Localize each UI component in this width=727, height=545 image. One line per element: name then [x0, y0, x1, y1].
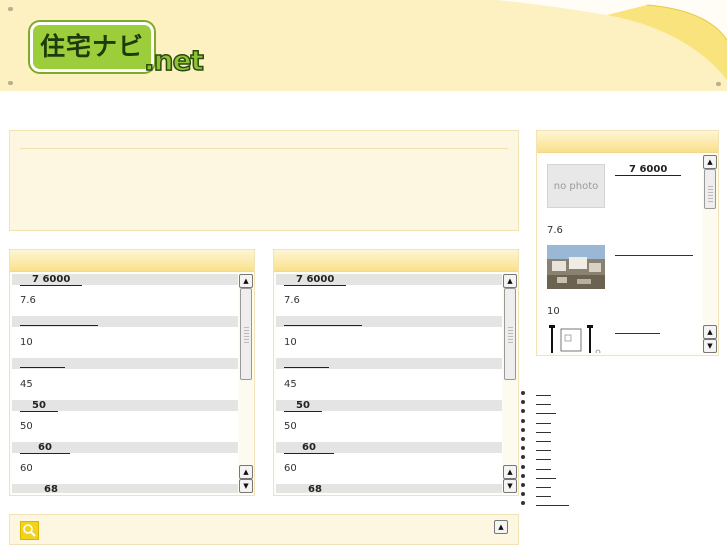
scroll-up-button[interactable]: ▲ [503, 274, 517, 288]
main-content-box [9, 130, 519, 231]
panel-header [10, 250, 254, 272]
panel-header [537, 131, 718, 153]
scroll-up-button[interactable]: ▲ [239, 465, 253, 479]
list-item-link[interactable] [276, 316, 502, 327]
list-item-value: 10 [547, 306, 560, 317]
scroll-up-button[interactable]: ▲ [239, 274, 253, 288]
list-item-link[interactable]: 68 [276, 484, 502, 493]
list-item-value: 45 [20, 379, 33, 390]
logo-net-text: .net [143, 43, 204, 78]
list-item-link[interactable]: 50 [12, 400, 238, 412]
page-curl-decoration [497, 0, 727, 80]
list-item-value: 7.6 [284, 295, 300, 306]
list-item-link[interactable]: 60 [276, 442, 502, 454]
property-link[interactable]: 7 6000 [615, 164, 682, 176]
property-photo[interactable]: no photo [547, 164, 605, 208]
scroll-down-button[interactable]: ▼ [503, 479, 517, 493]
list-item-value: 10 [20, 337, 33, 348]
property-photo[interactable] [547, 325, 605, 353]
scroll-down-button[interactable]: ▼ [239, 479, 253, 493]
pin-decoration [8, 81, 13, 85]
listing-panel-right: no photo 7 6000 7.6 10 ▲ ▲ ▼ [536, 130, 719, 356]
panel-header [274, 250, 518, 272]
scroll-up-button[interactable]: ▲ [703, 325, 717, 339]
list-item-link[interactable]: 7 6000 [12, 274, 238, 286]
divider [20, 148, 508, 149]
property-photo[interactable] [547, 245, 605, 292]
site-logo[interactable]: 住宅ナビ .net [30, 22, 210, 78]
list-item-value: 50 [20, 421, 33, 432]
vertical-scrollbar[interactable]: ▲ ▲ ▼ [703, 155, 717, 353]
list-item-value: 60 [284, 463, 297, 474]
no-photo-placeholder: no photo [547, 164, 605, 208]
house-photo-image [547, 245, 605, 289]
search-box: ▲ [9, 514, 519, 545]
list-item-link[interactable] [276, 358, 502, 369]
list-item-link[interactable] [12, 316, 238, 327]
list-item-value: 7.6 [547, 225, 563, 236]
site-header: 住宅ナビ .net [0, 0, 727, 91]
list-item-link[interactable]: 50 [276, 400, 502, 412]
list-item-value: 7.6 [20, 295, 36, 306]
property-link[interactable] [615, 255, 693, 256]
search-icon[interactable] [20, 521, 39, 540]
list-item-link[interactable]: 68 [12, 484, 238, 493]
listing-list: 7 6000 7.6 10 45 50 50 60 60 68 [12, 274, 238, 493]
list-item-value: 50 [284, 421, 297, 432]
listing-panel-middle: 7 6000 7.6 10 45 50 50 60 60 68 ▲ ▲ ▼ [273, 249, 519, 496]
pin-decoration [8, 7, 13, 11]
vertical-scrollbar[interactable]: ▲ ▲ ▼ [239, 274, 253, 493]
logo-jp-text: 住宅ナビ [30, 22, 154, 72]
scroll-up-button[interactable]: ▲ [503, 465, 517, 479]
floor-plan-image [547, 325, 605, 353]
listing-panel-left: 7 6000 7.6 10 45 50 50 60 60 68 ▲ ▲ ▼ [9, 249, 255, 496]
scroll-thumb[interactable] [504, 288, 516, 380]
list-item-value: 45 [284, 379, 297, 390]
listing-list: no photo 7 6000 7.6 10 [539, 155, 702, 353]
scroll-up-button[interactable]: ▲ [494, 520, 508, 534]
listing-list: 7 6000 7.6 10 45 50 50 60 60 68 [276, 274, 502, 493]
list-item-link[interactable]: 60 [12, 442, 238, 454]
scroll-down-button[interactable]: ▼ [703, 339, 717, 353]
list-item-value: 10 [284, 337, 297, 348]
list-item-value: 60 [20, 463, 33, 474]
list-item-link[interactable] [12, 358, 238, 369]
scroll-thumb[interactable] [240, 288, 252, 380]
property-link[interactable] [615, 333, 660, 334]
scroll-up-button[interactable]: ▲ [703, 155, 717, 169]
scroll-thumb[interactable] [704, 169, 716, 209]
vertical-scrollbar[interactable]: ▲ ▲ ▼ [503, 274, 517, 493]
list-item-link[interactable]: 7 6000 [276, 274, 502, 286]
